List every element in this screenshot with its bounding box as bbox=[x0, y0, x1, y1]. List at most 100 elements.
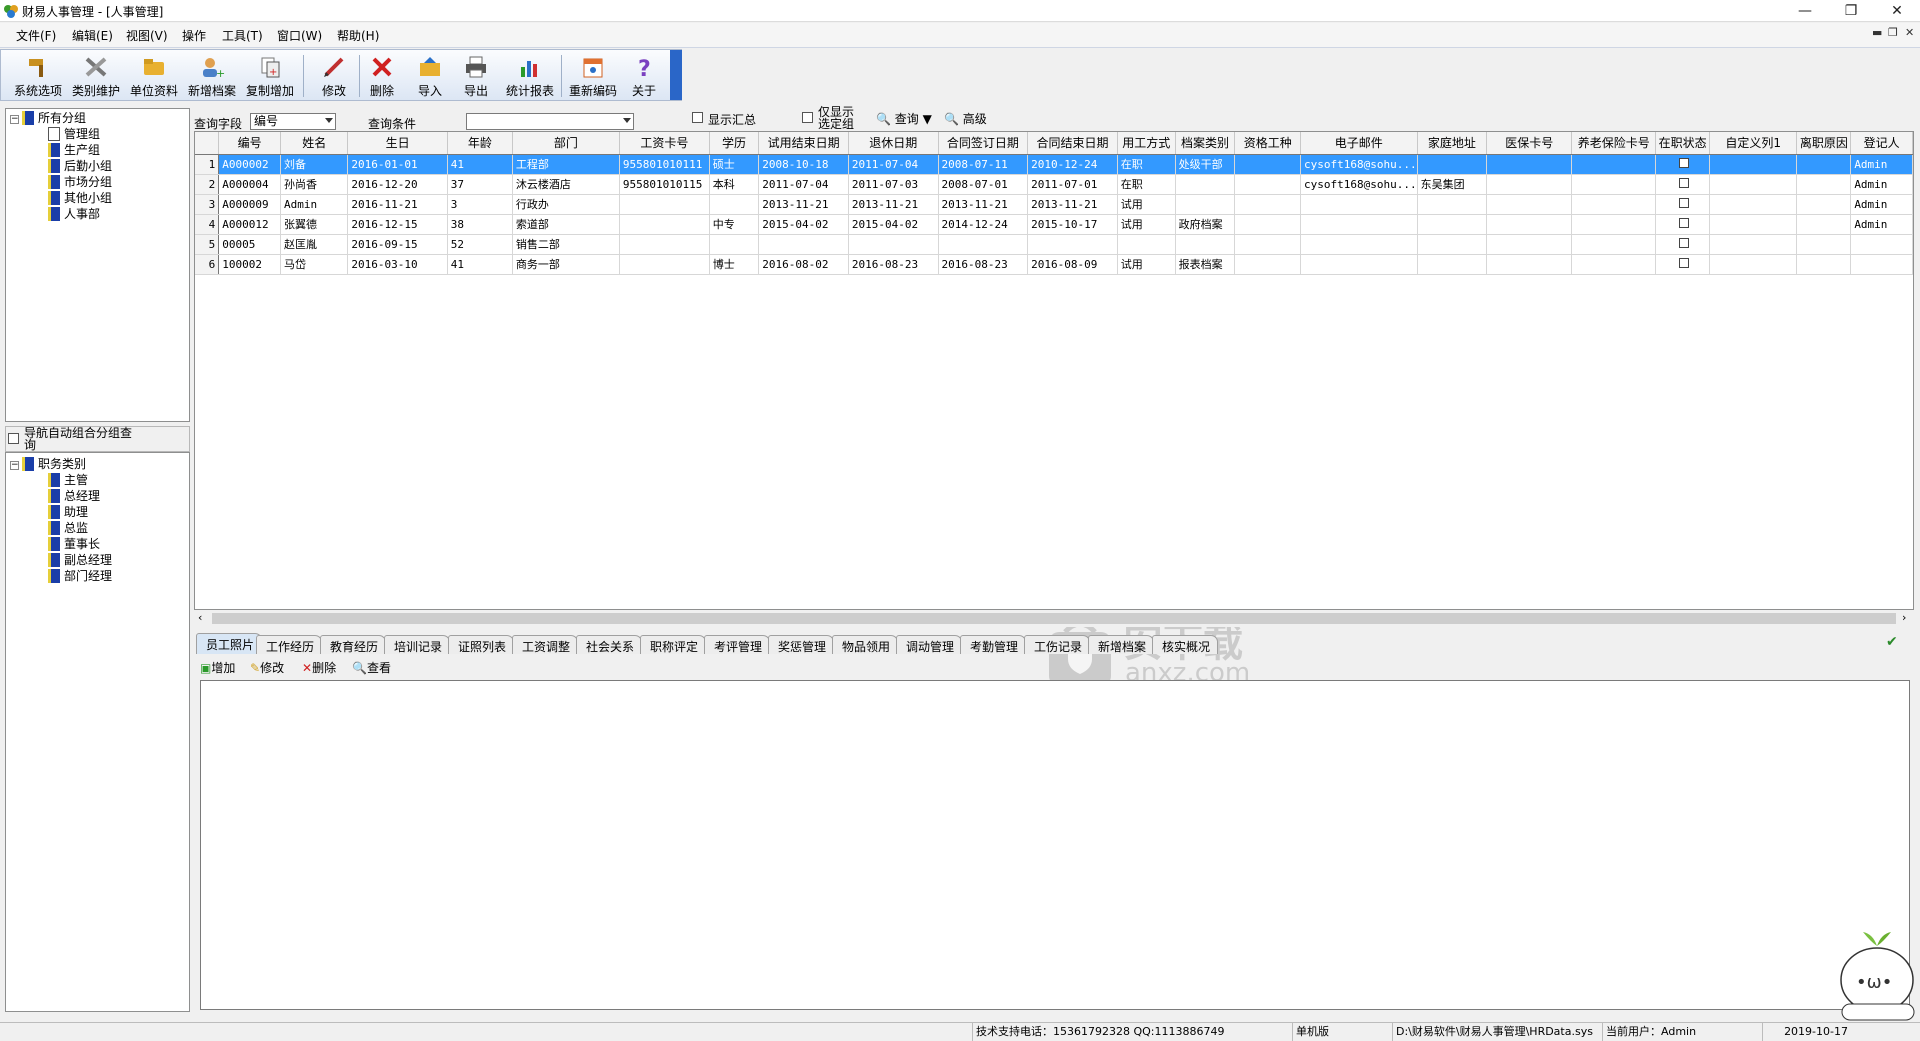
table-cell[interactable]: 2016-08-09 bbox=[1027, 254, 1118, 275]
table-cell[interactable] bbox=[1796, 214, 1852, 235]
table-cell[interactable]: 在职 bbox=[1117, 154, 1176, 175]
table-row[interactable]: 6 100002 马岱 2016-03-10 41 商务一部 博士 2016-08-02 201… bbox=[195, 254, 1913, 275]
column-header[interactable]: 档案类别 bbox=[1175, 132, 1236, 155]
column-header[interactable]: 电子邮件 bbox=[1300, 132, 1418, 155]
table-cell[interactable] bbox=[1850, 254, 1913, 275]
table-cell[interactable]: 工程部 bbox=[512, 154, 620, 175]
table-cell[interactable]: 2016-11-21 bbox=[347, 194, 448, 215]
table-cell[interactable]: 2014-12-24 bbox=[938, 214, 1029, 235]
column-header[interactable]: 自定义列1 bbox=[1709, 132, 1798, 155]
tab-item[interactable]: 员工照片 bbox=[196, 633, 263, 654]
mdi-restore-icon[interactable]: ❐ bbox=[1888, 26, 1898, 39]
column-header[interactable]: 生日 bbox=[347, 132, 448, 155]
table-cell[interactable]: 2013-11-21 bbox=[1027, 194, 1118, 215]
table-cell[interactable] bbox=[1486, 154, 1573, 175]
table-cell[interactable]: 政府档案 bbox=[1175, 214, 1236, 235]
table-cell[interactable] bbox=[1655, 214, 1711, 235]
table-cell[interactable]: 955801010111 bbox=[619, 154, 710, 175]
table-row[interactable]: 4 A000012 张翼德 2016-12-15 38 索道部 中专 2015-04-02 20… bbox=[195, 214, 1913, 235]
table-cell[interactable] bbox=[1417, 254, 1488, 275]
table-cell[interactable] bbox=[1709, 214, 1798, 235]
tab-item[interactable]: 培训记录 bbox=[384, 635, 451, 654]
table-cell[interactable]: 本科 bbox=[709, 174, 760, 195]
column-header[interactable]: 资格工种 bbox=[1234, 132, 1302, 155]
table-cell[interactable]: 41 bbox=[447, 254, 513, 275]
table-cell[interactable] bbox=[1234, 214, 1302, 235]
menu-file[interactable]: 文件(F) bbox=[16, 27, 56, 44]
scroll-thumb[interactable] bbox=[212, 613, 1896, 624]
table-cell[interactable]: 2016-03-10 bbox=[347, 254, 448, 275]
table-cell[interactable] bbox=[1417, 214, 1488, 235]
toolbar-overflow[interactable] bbox=[670, 50, 682, 100]
table-cell[interactable] bbox=[1417, 154, 1488, 175]
table-row[interactable]: 5 00005 赵匡胤 2016-09-15 52 销售二部 bbox=[195, 234, 1913, 255]
table-cell[interactable]: 2016-08-02 bbox=[758, 254, 849, 275]
table-cell[interactable]: 2016-12-20 bbox=[347, 174, 448, 195]
tree-node-position[interactable]: 主管 bbox=[48, 471, 88, 487]
table-cell[interactable]: Admin bbox=[280, 194, 349, 215]
new-record-button[interactable]: + 新增档案 bbox=[183, 53, 241, 99]
tree-node-root[interactable]: − 职务类别 bbox=[10, 455, 86, 471]
tree-node-group[interactable]: 市场分组 bbox=[48, 173, 112, 189]
table-cell[interactable] bbox=[1486, 194, 1573, 215]
table-cell[interactable]: cysoft168@sohu... bbox=[1300, 154, 1418, 175]
table-cell[interactable]: cysoft168@sohu... bbox=[1300, 174, 1418, 195]
category-maintain-button[interactable]: 类别维护 bbox=[67, 53, 125, 99]
table-row[interactable]: 2 A000004 孙尚香 2016-12-20 37 沐云楼酒店 955801010115… bbox=[195, 174, 1913, 195]
column-header[interactable]: 姓名 bbox=[280, 132, 349, 155]
table-row[interactable]: 1 A000002 刘备 2016-01-01 41 工程部 955801010111 硕士 2… bbox=[195, 154, 1913, 175]
table-cell[interactable] bbox=[1655, 234, 1711, 255]
table-cell[interactable] bbox=[1300, 254, 1418, 275]
table-cell[interactable]: 2016-01-01 bbox=[347, 154, 448, 175]
mdi-minimize-icon[interactable]: ▬ bbox=[1872, 26, 1882, 39]
horizontal-scrollbar[interactable]: ‹ › bbox=[195, 610, 1914, 627]
table-cell[interactable] bbox=[1234, 254, 1302, 275]
tab-item[interactable]: 考勤管理 bbox=[960, 635, 1027, 654]
column-header[interactable]: 用工方式 bbox=[1117, 132, 1176, 155]
employed-checkbox[interactable] bbox=[1679, 177, 1690, 188]
table-cell[interactable]: 2008-07-11 bbox=[938, 154, 1029, 175]
table-cell[interactable] bbox=[1655, 154, 1711, 175]
unit-info-button[interactable]: 单位资料 bbox=[125, 53, 183, 99]
tab-item[interactable]: 职称评定 bbox=[640, 635, 707, 654]
nav-auto-combine-option[interactable]: 导航自动组合分组查询 bbox=[5, 426, 190, 452]
table-cell[interactable]: 2016-08-23 bbox=[848, 254, 939, 275]
table-cell[interactable]: 沐云楼酒店 bbox=[512, 174, 620, 195]
collapse-icon[interactable]: − bbox=[10, 115, 19, 124]
only-selected-checkbox[interactable] bbox=[802, 112, 813, 123]
table-cell[interactable]: A000002 bbox=[218, 154, 282, 175]
table-cell[interactable] bbox=[1234, 194, 1302, 215]
table-cell[interactable]: 3 bbox=[447, 194, 513, 215]
tab-item[interactable]: 社会关系 bbox=[576, 635, 643, 654]
menu-help[interactable]: 帮助(H) bbox=[337, 27, 379, 44]
table-cell[interactable]: 2013-11-21 bbox=[938, 194, 1029, 215]
table-cell[interactable]: 2008-07-01 bbox=[938, 174, 1029, 195]
recode-button[interactable]: 重新编码 bbox=[564, 53, 622, 99]
table-cell[interactable] bbox=[709, 194, 760, 215]
table-cell[interactable] bbox=[848, 234, 939, 255]
table-cell[interactable] bbox=[1234, 154, 1302, 175]
table-cell[interactable] bbox=[619, 194, 710, 215]
tab-item[interactable]: 新增档案 bbox=[1088, 635, 1155, 654]
menu-tools[interactable]: 工具(T) bbox=[222, 27, 263, 44]
table-cell[interactable]: 2011-07-01 bbox=[1027, 174, 1118, 195]
employed-checkbox[interactable] bbox=[1679, 237, 1690, 248]
tab-item[interactable]: 奖惩管理 bbox=[768, 635, 835, 654]
table-cell[interactable] bbox=[938, 234, 1029, 255]
column-header[interactable]: 合同结束日期 bbox=[1027, 132, 1118, 155]
menu-edit[interactable]: 编辑(E) bbox=[72, 27, 113, 44]
table-cell[interactable] bbox=[1175, 234, 1236, 255]
table-cell[interactable]: Admin bbox=[1850, 194, 1913, 215]
table-cell[interactable] bbox=[709, 234, 760, 255]
employed-checkbox[interactable] bbox=[1679, 197, 1690, 208]
detail-view-button[interactable]: 🔍查看 bbox=[352, 659, 391, 676]
table-cell[interactable]: 100002 bbox=[218, 254, 282, 275]
table-cell[interactable]: 2016-09-15 bbox=[347, 234, 448, 255]
table-cell[interactable]: 销售二部 bbox=[512, 234, 620, 255]
restore-button[interactable]: ❐ bbox=[1828, 0, 1874, 22]
table-cell[interactable]: 2016-08-23 bbox=[938, 254, 1029, 275]
column-header[interactable]: 工资卡号 bbox=[619, 132, 710, 155]
table-cell[interactable] bbox=[1486, 174, 1573, 195]
tree-node-group[interactable]: 管理组 bbox=[48, 125, 100, 141]
table-cell[interactable]: 37 bbox=[447, 174, 513, 195]
